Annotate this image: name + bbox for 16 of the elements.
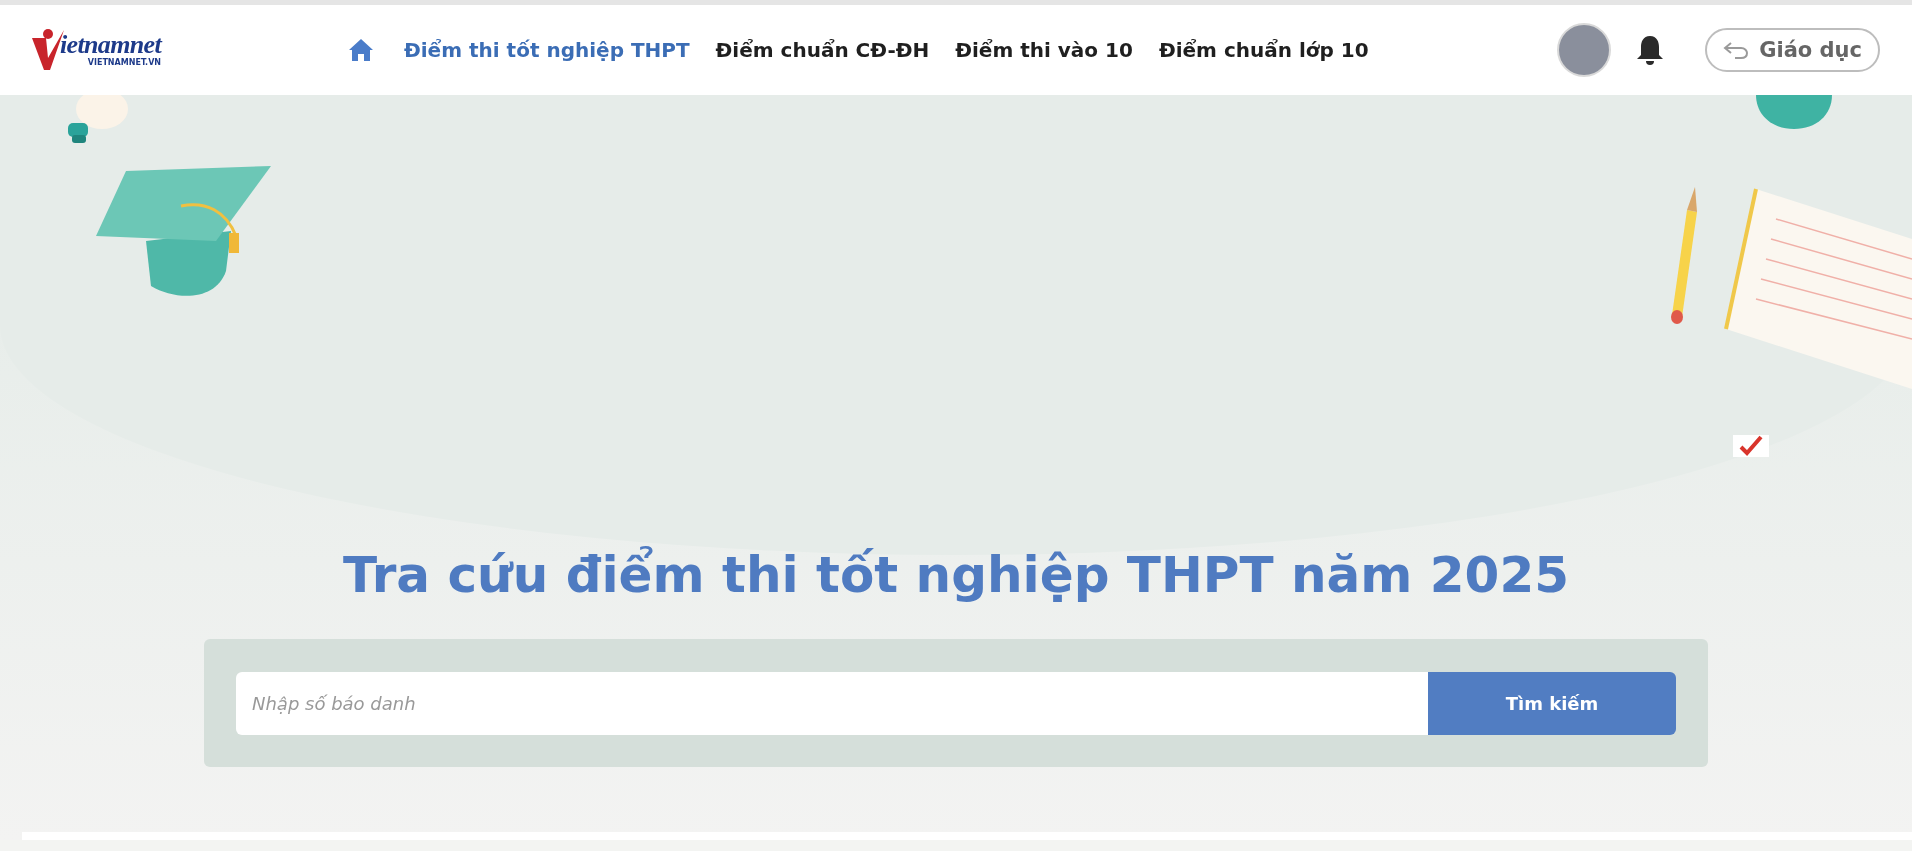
search-button[interactable]: Tìm kiếm <box>1428 671 1676 735</box>
logo-wordmark: ietnamnet <box>60 32 162 58</box>
page-heading: Tra cứu điểm thi tốt nghiệp THPT năm 2025 <box>343 545 1569 606</box>
notification-bell-icon[interactable] <box>1635 34 1666 66</box>
nav-link[interactable]: Điểm thi tốt nghiệp THPT <box>404 35 690 65</box>
nav-link[interactable]: Điểm thi vào 10 <box>955 35 1133 65</box>
vietnamnet-logo[interactable]: ietnamnet VIETNAMNET.VN <box>32 24 168 76</box>
home-icon[interactable] <box>348 38 374 62</box>
user-avatar[interactable] <box>1557 23 1612 77</box>
nav-link[interactable]: Điểm chuẩn lớp 10 <box>1158 35 1369 65</box>
logo-domain: VIETNAMNET.VN <box>87 58 162 68</box>
return-arrow-icon <box>1723 41 1750 59</box>
registration-number-input[interactable]: Nhập số báo danh <box>236 671 1428 735</box>
back-button[interactable]: Giáo dục <box>1705 28 1880 72</box>
checkmark-card-icon <box>1733 433 1769 459</box>
nav-link[interactable]: Điểm chuẩn CĐ-ĐH <box>715 35 930 65</box>
